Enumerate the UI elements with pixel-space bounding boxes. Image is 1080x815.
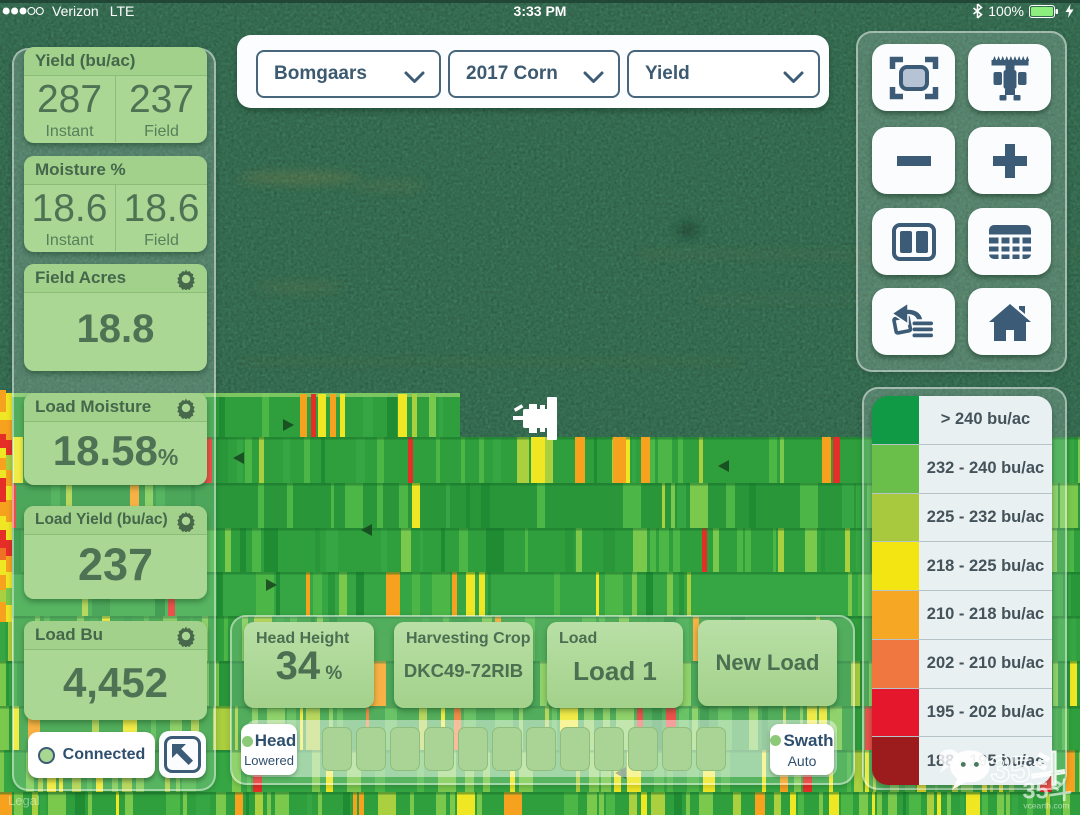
svg-text:vcearth.com: vcearth.com xyxy=(1023,801,1069,811)
svg-text:35斗: 35斗 xyxy=(1022,777,1072,803)
